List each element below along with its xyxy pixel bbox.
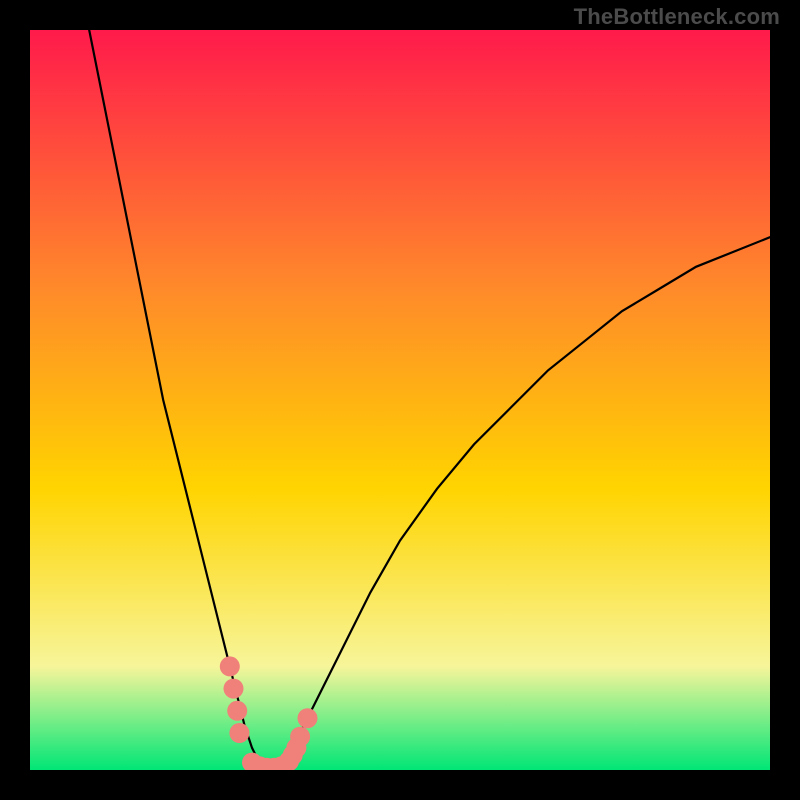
highlight-point [229, 723, 249, 743]
highlight-point [298, 708, 318, 728]
gradient-bg [30, 30, 770, 770]
chart-svg [30, 30, 770, 770]
outer-frame: TheBottleneck.com [0, 0, 800, 800]
highlight-point [220, 656, 240, 676]
plot-area [30, 30, 770, 770]
highlight-point [224, 679, 244, 699]
highlight-point [290, 727, 310, 747]
watermark-text: TheBottleneck.com [574, 4, 780, 30]
highlight-point [227, 701, 247, 721]
